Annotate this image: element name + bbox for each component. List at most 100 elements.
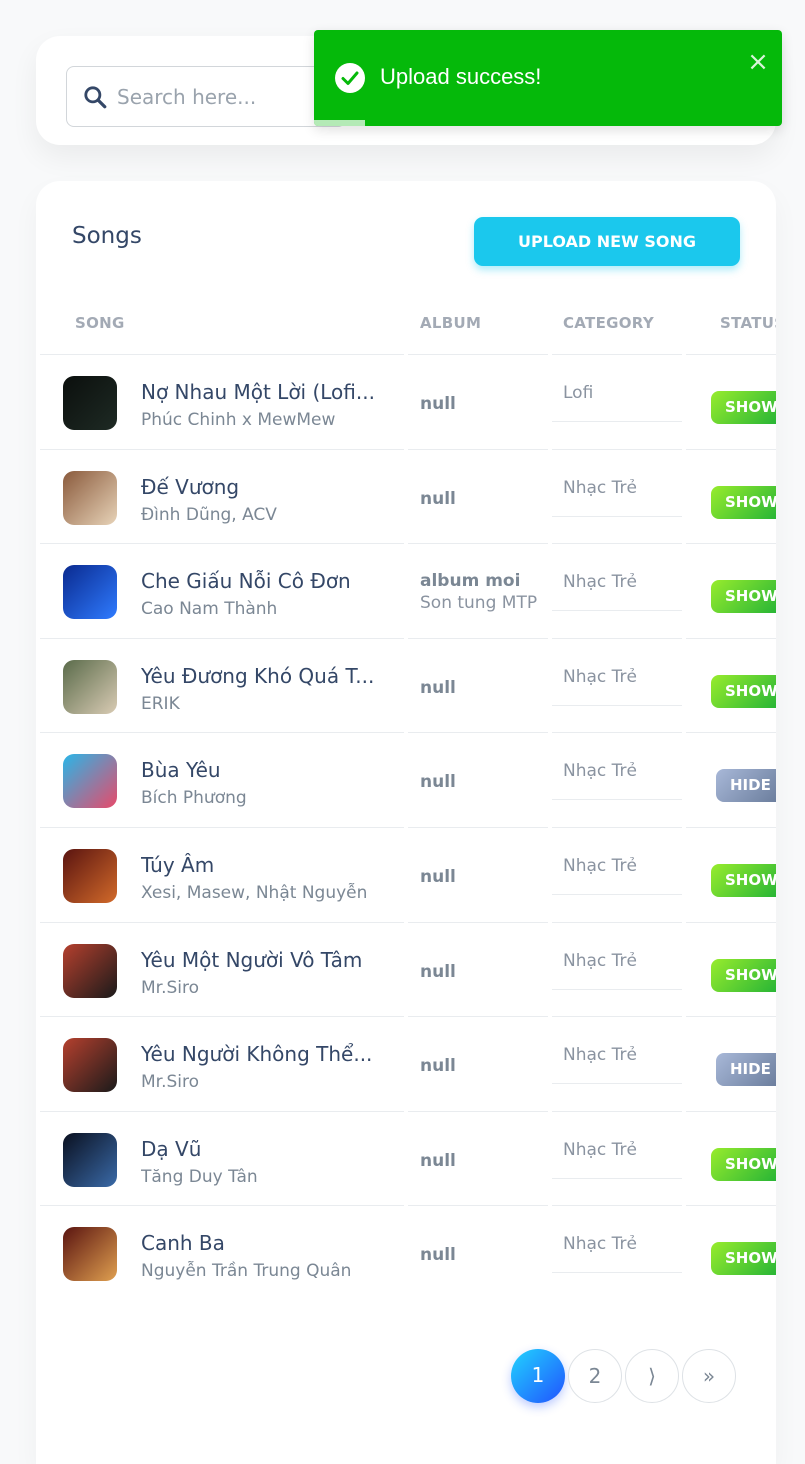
row-divider bbox=[686, 732, 776, 734]
song-artist: Bích Phương bbox=[141, 788, 247, 809]
row-divider bbox=[408, 921, 548, 923]
status-badge[interactable]: SHOW bbox=[711, 1242, 776, 1276]
row-divider bbox=[40, 1205, 404, 1207]
song-name: Che Giấu Nỗi Cô Đơn bbox=[141, 569, 351, 594]
row-divider bbox=[686, 543, 776, 545]
row-divider bbox=[408, 827, 548, 828]
song-artist: Nguyễn Trần Trung Quân bbox=[141, 1261, 352, 1282]
song-cover-image bbox=[63, 1038, 117, 1093]
song-cover-image bbox=[63, 1227, 117, 1282]
album-name: null bbox=[420, 961, 456, 982]
status-badge[interactable]: SHOW bbox=[711, 1147, 776, 1181]
page-1-button[interactable]: 1 bbox=[511, 1349, 565, 1403]
row-divider bbox=[686, 1110, 776, 1112]
column-header-category: CATEGORY bbox=[563, 314, 654, 332]
song-name: Túy Âm bbox=[141, 853, 215, 877]
row-divider bbox=[40, 921, 404, 923]
song-cover-image bbox=[63, 376, 117, 430]
column-header-song: SONG bbox=[75, 314, 125, 332]
row-divider bbox=[552, 1016, 682, 1018]
row-divider bbox=[686, 354, 776, 355]
song-artist: Phúc Chinh x MewMew bbox=[141, 410, 336, 430]
row-divider bbox=[686, 448, 776, 450]
row-divider bbox=[552, 543, 682, 545]
album-name: album moi bbox=[420, 571, 521, 592]
album-artist: Son tung MTP bbox=[420, 593, 538, 614]
row-divider bbox=[408, 448, 548, 450]
album-name: null bbox=[420, 1150, 456, 1171]
status-badge[interactable]: HIDE bbox=[716, 1053, 776, 1087]
row-divider bbox=[552, 921, 682, 923]
row-divider bbox=[408, 1110, 548, 1112]
table-row[interactable]: Bùa Yêu Bích Phương null Nhạc Trẻ HIDE bbox=[36, 732, 776, 827]
table-row[interactable]: Yêu Một Người Vô Tâm Mr.Siro null Nhạc T… bbox=[36, 921, 776, 1017]
status-badge[interactable]: SHOW bbox=[711, 674, 776, 708]
row-divider bbox=[408, 637, 548, 639]
row-divider bbox=[552, 1177, 682, 1179]
table-row[interactable]: Nợ Nhau Một Lời (Lofi... Phúc Chinh x Me… bbox=[36, 354, 776, 449]
row-divider bbox=[40, 637, 404, 639]
row-divider bbox=[408, 1205, 548, 1207]
song-cover-image bbox=[63, 565, 117, 620]
song-cover-image bbox=[63, 943, 117, 998]
category-label: Nhạc Trẻ bbox=[563, 1139, 637, 1160]
row-divider bbox=[552, 515, 682, 517]
table-row[interactable]: Che Giấu Nỗi Cô Đơn Cao Nam Thành album … bbox=[36, 543, 776, 638]
song-name: Đế Vương bbox=[141, 474, 240, 499]
status-badge[interactable]: SHOW bbox=[711, 580, 776, 614]
last-page-button[interactable]: » bbox=[682, 1349, 736, 1403]
row-divider bbox=[552, 1205, 682, 1207]
close-icon[interactable]: × bbox=[746, 49, 770, 75]
album-name: null bbox=[420, 1056, 456, 1077]
row-divider bbox=[40, 448, 404, 450]
song-artist: Cao Nam Thành bbox=[141, 599, 278, 620]
table-row[interactable]: Túy Âm Xesi, Masew, Nhật Nguyễn null Nhạ… bbox=[36, 827, 776, 922]
song-artist: Đình Dũng, ACV bbox=[141, 504, 277, 525]
row-divider bbox=[408, 732, 548, 734]
row-divider bbox=[552, 1083, 682, 1085]
row-divider bbox=[552, 894, 682, 895]
category-label: Nhạc Trẻ bbox=[563, 856, 637, 876]
status-badge[interactable]: SHOW bbox=[711, 864, 776, 897]
row-divider bbox=[552, 827, 682, 828]
table-row[interactable]: Canh Ba Nguyễn Trần Trung Quân null Nhạc… bbox=[36, 1205, 776, 1300]
category-label: Nhạc Trẻ bbox=[563, 477, 637, 498]
table-row[interactable]: Yêu Người Không Thể... Mr.Siro null Nhạc… bbox=[36, 1016, 776, 1111]
status-badge[interactable]: SHOW bbox=[711, 958, 776, 992]
status-badge[interactable]: HIDE bbox=[716, 769, 776, 803]
album-name: null bbox=[420, 488, 456, 509]
status-badge[interactable]: SHOW bbox=[711, 485, 776, 519]
song-name: Canh Ba bbox=[141, 1231, 225, 1256]
search-input[interactable] bbox=[117, 81, 337, 113]
album-name: null bbox=[420, 867, 456, 887]
row-divider bbox=[686, 1016, 776, 1018]
song-artist: Xesi, Masew, Nhật Nguyễn bbox=[141, 883, 368, 903]
album-name: null bbox=[420, 677, 456, 698]
row-divider bbox=[552, 637, 682, 639]
category-label: Lofi bbox=[563, 383, 594, 403]
table-row[interactable]: Đế Vương Đình Dũng, ACV null Nhạc Trẻ SH… bbox=[36, 448, 776, 544]
row-divider bbox=[40, 1110, 404, 1112]
table-row[interactable]: Yêu Đương Khó Quá T... ERIK null Nhạc Tr… bbox=[36, 637, 776, 733]
row-divider bbox=[552, 354, 682, 355]
song-name: Dạ Vũ bbox=[141, 1136, 202, 1161]
category-label: Nhạc Trẻ bbox=[563, 1234, 637, 1255]
search-icon bbox=[84, 86, 107, 109]
upload-new-song-button[interactable]: UPLOAD NEW SONG bbox=[474, 217, 740, 266]
row-divider bbox=[552, 988, 682, 990]
next-page-button[interactable]: ⟩ bbox=[625, 1349, 679, 1403]
song-cover-image bbox=[63, 849, 117, 903]
row-divider bbox=[408, 1016, 548, 1018]
toast-message: Upload success! bbox=[380, 64, 542, 89]
category-label: Nhạc Trẻ bbox=[563, 572, 637, 593]
toast-progress-bar bbox=[314, 120, 366, 126]
category-label: Nhạc Trẻ bbox=[563, 1045, 637, 1066]
row-divider bbox=[686, 921, 776, 923]
table-row[interactable]: Dạ Vũ Tăng Duy Tân null Nhạc Trẻ SHOW bbox=[36, 1110, 776, 1206]
status-badge[interactable]: SHOW bbox=[711, 391, 776, 424]
row-divider bbox=[552, 799, 682, 801]
search-box[interactable] bbox=[66, 66, 346, 127]
row-divider bbox=[408, 543, 548, 545]
page-2-button[interactable]: 2 bbox=[568, 1349, 622, 1403]
row-divider bbox=[686, 637, 776, 639]
